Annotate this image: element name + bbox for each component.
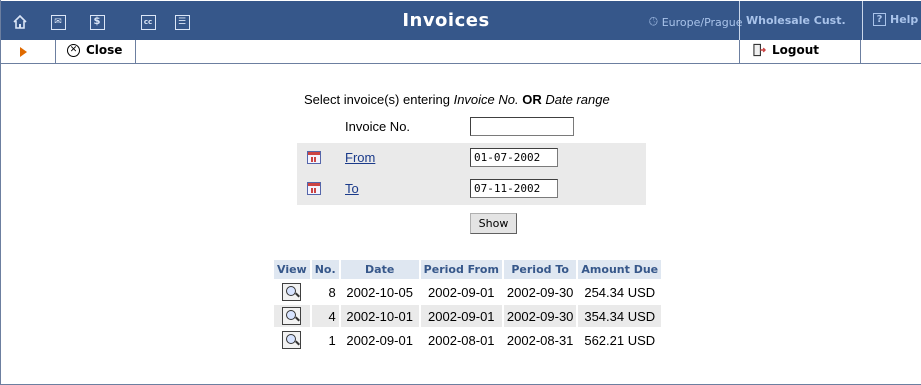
help-icon: ?: [873, 13, 886, 26]
toolbar-divider: [739, 40, 740, 64]
period-from-cell: 2002-08-01: [428, 332, 495, 348]
toolbar-divider: [860, 40, 861, 64]
invoice-date-cell: 2002-10-01: [340, 305, 419, 327]
toolbar-divider: [55, 40, 56, 64]
view-cell: [274, 329, 310, 351]
magnifier-icon[interactable]: [282, 331, 302, 349]
magnifier-icon[interactable]: [282, 283, 302, 301]
period-to-cell: 2002-09-30: [503, 305, 577, 327]
mail-icon[interactable]: ✉: [48, 12, 68, 32]
from-date-row: From: [297, 143, 646, 174]
close-icon: ✕: [67, 43, 80, 57]
logout-button[interactable]: Logout: [753, 43, 819, 57]
period-to-cell: 2002-09-30: [506, 284, 574, 300]
instructions-text: Select invoice(s) entering Invoice No. O…: [304, 92, 610, 107]
toolbar-divider: [135, 40, 136, 64]
clock-icon: 🕓︎: [649, 15, 658, 28]
billing-icon[interactable]: $: [87, 12, 107, 32]
home-icon[interactable]: [10, 12, 30, 32]
help-label: Help: [890, 13, 919, 26]
show-button[interactable]: Show: [470, 213, 517, 234]
invoices-table: View No. Date Period From Period To Amou…: [272, 258, 663, 353]
customer-name[interactable]: Wholesale Cust.: [746, 14, 846, 27]
expand-arrow-icon[interactable]: [20, 47, 27, 57]
column-header-view: View: [274, 260, 310, 279]
invoice-no-label: Invoice No.: [345, 119, 411, 134]
table-row: 4 2002-10-01 2002-09-01 2002-09-30 354.3…: [274, 305, 662, 327]
calendar-icon[interactable]: [307, 151, 321, 164]
magnifier-icon[interactable]: [282, 307, 302, 325]
close-label: Close: [86, 43, 123, 57]
period-from-cell: 2002-09-01: [428, 284, 495, 300]
invoice-no-cell: 1: [328, 332, 336, 348]
action-toolbar: ✕ Close Logout: [1, 40, 921, 64]
column-header-amount-due: Amount Due: [578, 260, 662, 279]
amount-due-cell: 562.21 USD: [584, 332, 656, 348]
period-from-cell: 2002-09-01: [420, 305, 502, 327]
view-cell: [274, 281, 310, 303]
column-header-period-from: Period From: [420, 260, 502, 279]
timezone-link[interactable]: 🕓︎ Europe/Prague: [649, 15, 743, 29]
page-title: Invoices: [402, 10, 490, 31]
column-header-no: No.: [311, 260, 339, 279]
invoice-no-input[interactable]: [470, 117, 574, 136]
invoice-no-row: Invoice No.: [297, 112, 646, 143]
calendar-icon[interactable]: [307, 182, 321, 195]
close-button[interactable]: ✕ Close: [67, 43, 122, 57]
invoice-date-cell: 2002-10-05: [346, 284, 413, 300]
to-date-input[interactable]: [470, 179, 558, 198]
amount-due-cell: 354.34 USD: [578, 305, 662, 327]
from-date-input[interactable]: [470, 148, 558, 167]
invoice-no-cell: 4: [311, 305, 339, 327]
amount-due-cell: 254.34 USD: [584, 284, 656, 300]
header-bar: ✉ $ cc ☰ Invoices 🕓︎ Europe/Prague Whole…: [1, 1, 921, 40]
view-cell: [274, 305, 310, 327]
timezone-label: Europe/Prague: [661, 15, 743, 29]
list-icon[interactable]: ☰: [172, 12, 192, 32]
logout-icon: [753, 43, 766, 57]
main-content: Select invoice(s) entering Invoice No. O…: [1, 65, 921, 384]
help-link[interactable]: ? Help: [873, 13, 918, 26]
credit-card-icon[interactable]: cc: [138, 12, 158, 32]
table-header-row: View No. Date Period From Period To Amou…: [274, 260, 662, 279]
column-header-date: Date: [340, 260, 419, 279]
to-date-row: To: [297, 174, 646, 205]
period-to-cell: 2002-08-31: [506, 332, 574, 348]
table-row: 8 2002-10-05 2002-09-01 2002-09-30 254.3…: [274, 281, 661, 303]
from-date-link[interactable]: From: [345, 150, 375, 165]
header-divider: [862, 1, 863, 40]
header-divider: [739, 1, 740, 40]
invoice-no-cell: 8: [328, 284, 336, 300]
table-row: 1 2002-09-01 2002-08-01 2002-08-31 562.2…: [274, 329, 661, 351]
invoice-date-cell: 2002-09-01: [346, 332, 413, 348]
logout-label: Logout: [772, 43, 820, 57]
to-date-link[interactable]: To: [345, 181, 359, 196]
column-header-period-to: Period To: [503, 260, 577, 279]
